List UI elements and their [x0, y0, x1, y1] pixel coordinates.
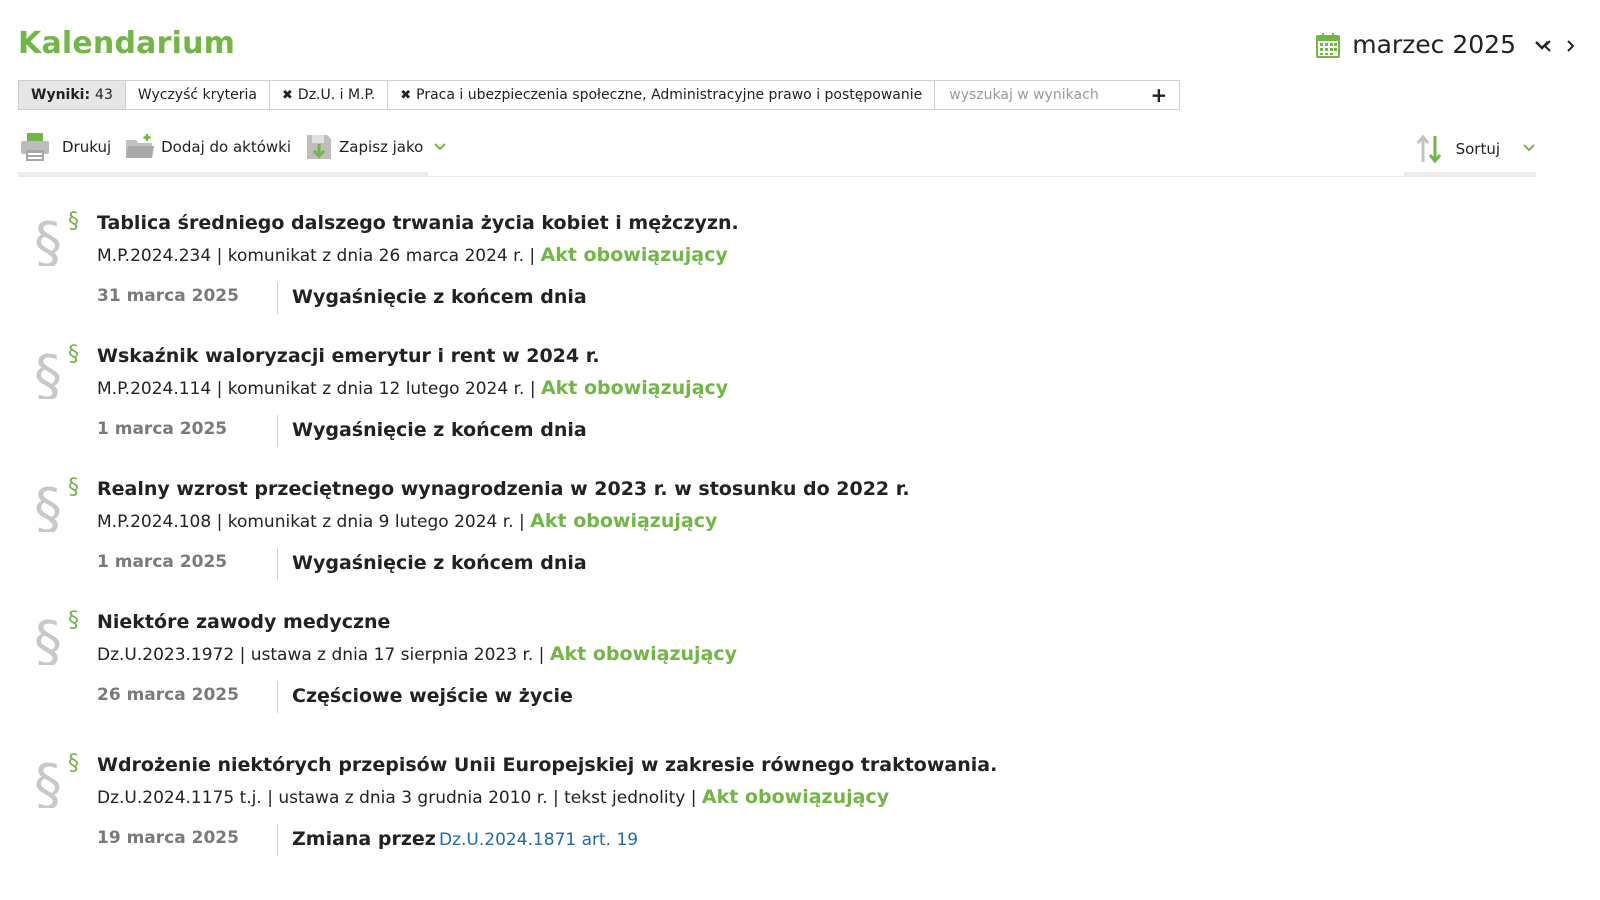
svg-text:§: § [68, 608, 79, 633]
save-icon [307, 135, 332, 159]
results-label: Wyniki: [31, 87, 91, 103]
chevron-down-icon [1522, 141, 1538, 157]
svg-text:§: § [68, 342, 79, 367]
calendar-page: Kalendarium marzec 2025 Wyniki: 43 Wyczy… [0, 0, 1600, 900]
event-date: 19 marca 2025 [97, 828, 239, 848]
paragraph-icon: § § [34, 751, 79, 808]
item-meta: Dz.U.2023.1972 | ustawa z dnia 17 sierpn… [97, 643, 737, 665]
item-reference: Dz.U.2024.1175 t.j. | ustawa z dnia 3 gr… [97, 788, 697, 808]
svg-text:§: § [34, 610, 62, 665]
filter-chip-category[interactable]: ✖ Praca i ubezpieczenia społeczne, Admin… [388, 81, 936, 109]
divider [277, 415, 278, 447]
list-item: § § Realny wzrost przeciętnego wynagrodz… [0, 466, 1600, 586]
item-reference: M.P.2024.114 | komunikat z dnia 12 luteg… [97, 379, 536, 399]
svg-text:§: § [34, 477, 62, 532]
chevron-right-icon[interactable] [1564, 38, 1578, 54]
toolbar: Drukuj Dodaj do aktówki Zapisz jako [18, 132, 467, 162]
status-badge[interactable]: Akt obowiązujący [541, 244, 728, 266]
month-picker[interactable]: marzec 2025 [1316, 30, 1550, 59]
paragraph-icon: § § [34, 475, 79, 532]
calendar-icon [1316, 32, 1341, 58]
save-as-dropdown[interactable]: Zapisz jako [305, 133, 453, 161]
svg-text:§: § [34, 344, 62, 399]
filter-chip-label: Praca i ubezpieczenia społeczne, Adminis… [416, 87, 923, 103]
paragraph-icon: § § [34, 209, 79, 266]
event-description: Wygaśnięcie z końcem dnia [292, 552, 587, 574]
folder-add-icon [126, 134, 155, 158]
save-label: Zapisz jako [339, 138, 424, 156]
status-badge[interactable]: Akt obowiązujący [530, 510, 717, 532]
item-title[interactable]: Tablica średniego dalszego trwania życia… [97, 212, 739, 234]
sort-underline [1404, 172, 1536, 176]
paragraph-icon: § § [34, 342, 79, 399]
list-item: § § Wdrożenie niektórych przepisów Unii … [0, 742, 1600, 862]
list-item: § § Niektóre zawody medyczne Dz.U.2023.1… [0, 599, 1600, 719]
svg-text:§: § [68, 209, 79, 234]
filter-chip-source[interactable]: ✖ Dz.U. i M.P. [270, 81, 389, 109]
divider [277, 282, 278, 314]
chevron-left-icon[interactable] [1540, 38, 1554, 54]
svg-text:§: § [68, 475, 79, 500]
printer-icon [21, 133, 49, 161]
item-title[interactable]: Wskaźnik waloryzacji emerytur i rent w 2… [97, 345, 600, 367]
svg-text:§: § [68, 751, 79, 776]
svg-text:§: § [34, 753, 62, 808]
filter-bar: Wyniki: 43 Wyczyść kryteria ✖ Dz.U. i M.… [18, 80, 1181, 110]
event-date: 31 marca 2025 [97, 286, 239, 306]
filter-chip-label: Dz.U. i M.P. [297, 87, 376, 103]
print-button[interactable]: Drukuj [18, 132, 111, 162]
event-description: Częściowe wejście w życie [292, 685, 573, 707]
sort-arrows-icon [1416, 134, 1441, 164]
list-item: § § Tablica średniego dalszego trwania ż… [0, 200, 1600, 320]
item-title[interactable]: Wdrożenie niektórych przepisów Unii Euro… [97, 754, 997, 776]
clear-criteria-button[interactable]: Wyczyść kryteria [126, 81, 271, 109]
add-to-briefcase-button[interactable]: Dodaj do aktówki [125, 134, 291, 160]
status-badge[interactable]: Akt obowiązujący [550, 643, 737, 665]
sort-dropdown[interactable]: Sortuj [1416, 134, 1538, 164]
plus-icon[interactable]: + [1150, 85, 1167, 105]
item-reference: M.P.2024.108 | komunikat z dnia 9 lutego… [97, 512, 525, 532]
divider [277, 824, 278, 856]
page-title: Kalendarium [18, 26, 236, 61]
add-label: Dodaj do aktówki [161, 138, 292, 156]
amending-act-link[interactable]: Dz.U.2024.1871 art. 19 [439, 830, 638, 850]
status-badge[interactable]: Akt obowiązujący [702, 786, 889, 808]
close-icon[interactable]: ✖ [282, 88, 293, 103]
print-label: Drukuj [62, 138, 112, 156]
status-badge[interactable]: Akt obowiązujący [541, 377, 728, 399]
item-title[interactable]: Niektóre zawody medyczne [97, 611, 390, 633]
search-input[interactable] [947, 86, 1142, 104]
search-in-results: + [935, 81, 1179, 109]
item-reference: M.P.2024.234 | komunikat z dnia 26 marca… [97, 246, 536, 266]
chevron-down-icon [434, 143, 447, 151]
item-meta: M.P.2024.114 | komunikat z dnia 12 luteg… [97, 377, 728, 399]
current-month: marzec 2025 [1352, 30, 1516, 59]
close-icon[interactable]: ✖ [400, 88, 411, 103]
results-number: 43 [95, 87, 113, 103]
divider [277, 681, 278, 713]
item-meta: M.P.2024.234 | komunikat z dnia 26 marca… [97, 244, 728, 266]
divider [18, 176, 1536, 177]
item-title[interactable]: Realny wzrost przeciętnego wynagrodzenia… [97, 478, 910, 500]
results-count: Wyniki: 43 [19, 81, 126, 109]
event-date: 26 marca 2025 [97, 685, 239, 705]
event-description: Wygaśnięcie z końcem dnia [292, 419, 587, 441]
list-item: § § Wskaźnik waloryzacji emerytur i rent… [0, 333, 1600, 453]
month-navigation [1540, 38, 1578, 54]
svg-text:§: § [34, 211, 62, 266]
item-meta: Dz.U.2024.1175 t.j. | ustawa z dnia 3 gr… [97, 786, 889, 808]
event-description: Wygaśnięcie z końcem dnia [292, 286, 587, 308]
item-meta: M.P.2024.108 | komunikat z dnia 9 lutego… [97, 510, 717, 532]
event-description: Zmiana przez [292, 828, 436, 850]
divider [277, 548, 278, 580]
sort-label: Sortuj [1455, 140, 1500, 158]
event-date: 1 marca 2025 [97, 419, 228, 439]
event-date: 1 marca 2025 [97, 552, 228, 572]
paragraph-icon: § § [34, 608, 79, 665]
item-reference: Dz.U.2023.1972 | ustawa z dnia 17 sierpn… [97, 645, 545, 665]
